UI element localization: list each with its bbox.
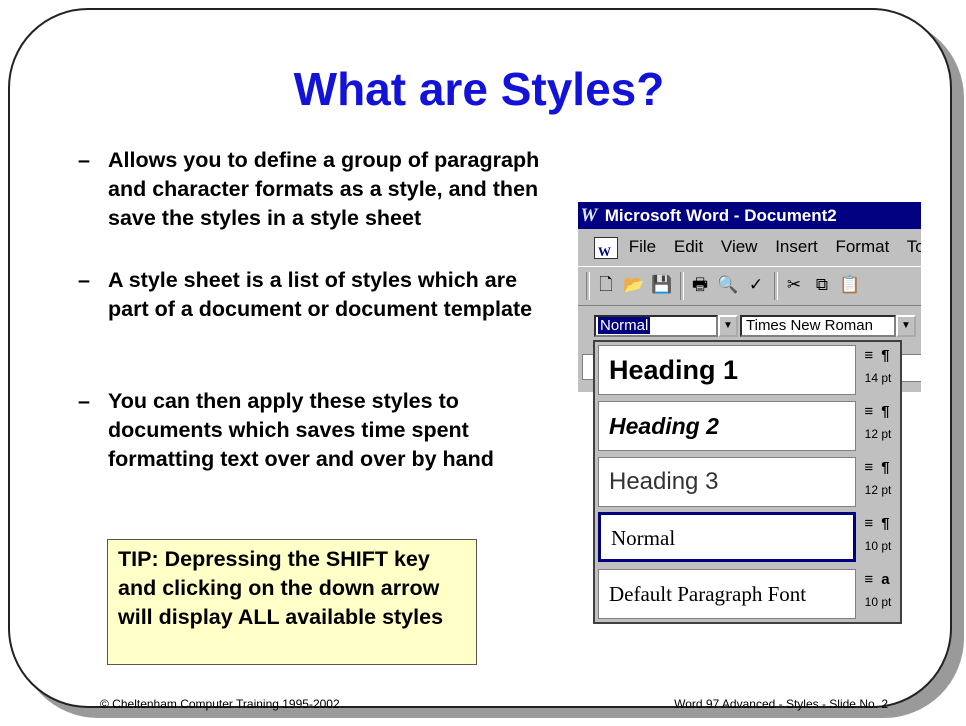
word-titlebar: W Microsoft Word - Document2 xyxy=(578,202,921,229)
style-info: ≡ ¶ 10 pt xyxy=(858,513,898,563)
style-option-normal[interactable]: Normal xyxy=(598,512,856,562)
style-info: ≡ ¶ 14 pt xyxy=(858,345,898,395)
bullet-item: – You can then apply these styles to doc… xyxy=(78,387,548,474)
print-icon[interactable]: 🖶 xyxy=(688,274,712,296)
print-preview-icon[interactable]: 🔍 xyxy=(716,274,740,296)
spelling-icon[interactable]: ✓ xyxy=(744,274,768,296)
font-select[interactable]: Times New Roman xyxy=(740,315,896,337)
menu-format[interactable]: Format xyxy=(835,237,889,256)
style-select-value: Normal xyxy=(598,317,651,334)
style-size: 12 pt xyxy=(864,483,892,497)
bullet-text: Allows you to define a group of paragrap… xyxy=(108,148,540,230)
style-option-default-paragraph-font[interactable]: Default Paragraph Font xyxy=(598,569,856,619)
copy-icon[interactable]: ⧉ xyxy=(810,274,834,296)
style-dropdown-list: Heading 1 ≡ ¶ 14 pt Heading 2 ≡ ¶ 12 pt … xyxy=(593,340,902,624)
slide-title: What are Styles? xyxy=(293,63,665,115)
bullet-text: A style sheet is a list of styles which … xyxy=(108,268,533,321)
standard-toolbar: 🗋 📂 💾 🖶 🔍 ✓ ✂ ⧉ 📋 xyxy=(578,266,921,306)
toolbar-separator xyxy=(774,272,778,300)
style-size: 14 pt xyxy=(864,371,892,385)
footer-copyright: © Cheltenham Computer Training 1995-2002 xyxy=(100,697,340,711)
menu-tools[interactable]: Tool xyxy=(907,237,921,256)
toolbar-separator xyxy=(586,272,590,300)
style-option-heading-2[interactable]: Heading 2 xyxy=(598,401,856,451)
open-folder-icon[interactable]: 📂 xyxy=(622,274,646,296)
paragraph-style-icon: ≡ ¶ xyxy=(864,347,892,364)
word-logo-icon: W xyxy=(580,205,598,226)
new-document-icon[interactable]: 🗋 xyxy=(594,274,618,296)
paragraph-style-icon: ≡ ¶ xyxy=(864,403,892,420)
tip-box: TIP: Depressing the SHIFT key and clicki… xyxy=(107,539,477,665)
font-dropdown-button[interactable]: ▼ xyxy=(896,315,916,337)
bullet-text: You can then apply these styles to docum… xyxy=(108,389,494,471)
style-dropdown-button[interactable]: ▼ xyxy=(718,315,738,337)
style-option-heading-3[interactable]: Heading 3 xyxy=(598,457,856,507)
bullet-marker: – xyxy=(78,268,90,292)
bullet-item: – A style sheet is a list of styles whic… xyxy=(78,266,548,324)
style-info: ≡ a 10 pt xyxy=(858,569,898,619)
cut-icon[interactable]: ✂ xyxy=(782,274,806,296)
menu-insert[interactable]: Insert xyxy=(775,237,818,256)
paste-icon[interactable]: 📋 xyxy=(838,274,862,296)
style-size: 12 pt xyxy=(864,427,892,441)
paragraph-style-icon: ≡ ¶ xyxy=(864,459,892,476)
bullet-item: – Allows you to define a group of paragr… xyxy=(78,146,548,233)
style-info: ≡ ¶ 12 pt xyxy=(858,401,898,451)
style-info: ≡ ¶ 12 pt xyxy=(858,457,898,507)
word-title-text: Microsoft Word - Document2 xyxy=(604,206,837,225)
menu-bar: File Edit View Insert Format Tool xyxy=(578,231,921,268)
character-style-icon: ≡ a xyxy=(864,571,892,588)
style-size: 10 pt xyxy=(864,539,892,553)
formatting-toolbar: Normal ▼ Times New Roman ▼ xyxy=(578,308,921,344)
menu-view[interactable]: View xyxy=(721,237,758,256)
bullet-marker: – xyxy=(78,389,90,413)
bullet-marker: – xyxy=(78,148,90,172)
paragraph-style-icon: ≡ ¶ xyxy=(864,515,892,532)
document-icon[interactable] xyxy=(594,236,618,268)
style-select[interactable]: Normal xyxy=(594,315,718,337)
toolbar-separator xyxy=(680,272,684,300)
style-option-heading-1[interactable]: Heading 1 xyxy=(598,345,856,395)
menu-edit[interactable]: Edit xyxy=(674,237,703,256)
save-disk-icon[interactable]: 💾 xyxy=(650,274,674,296)
menu-file[interactable]: File xyxy=(629,237,656,256)
style-size: 10 pt xyxy=(864,595,892,609)
footer-slide-info: Word 97 Advanced - Styles - Slide No. 2 xyxy=(674,697,888,711)
